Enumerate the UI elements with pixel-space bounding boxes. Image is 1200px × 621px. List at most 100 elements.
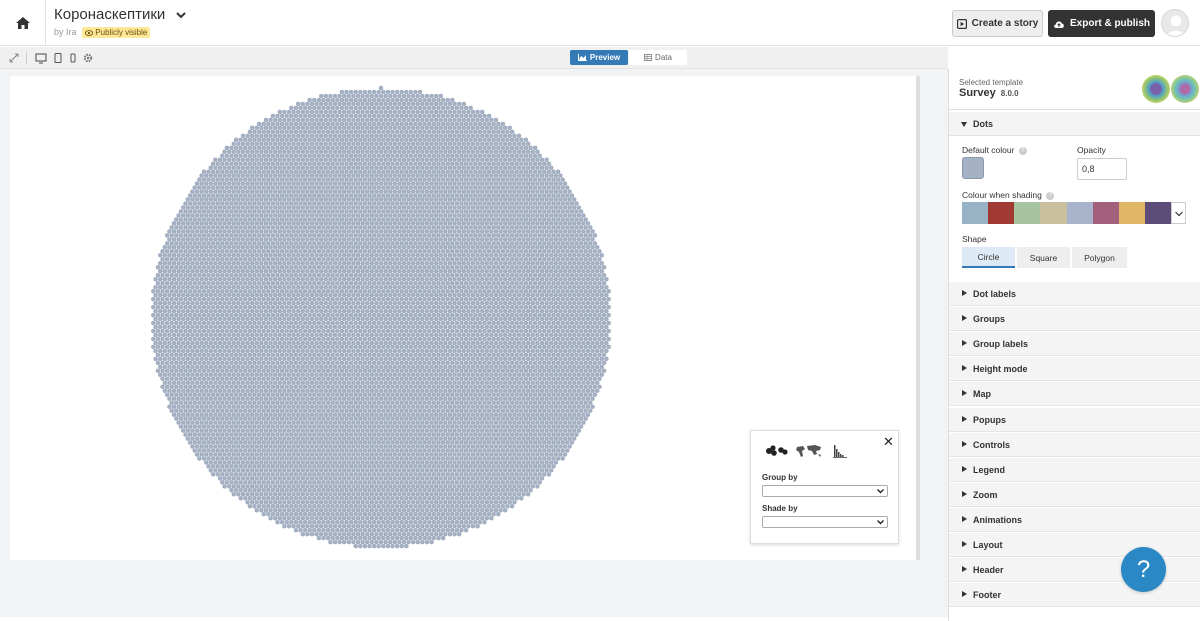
tablet-icon[interactable] xyxy=(52,52,64,64)
caret-right-icon xyxy=(962,491,967,497)
template-thumbnail-2[interactable] xyxy=(1171,75,1199,103)
toolbar-divider xyxy=(26,52,27,64)
section-title: Groups xyxy=(973,314,1006,324)
caret-right-icon xyxy=(962,390,967,396)
section-dots-header[interactable]: Dots xyxy=(949,112,1200,136)
section-title: Animations xyxy=(973,515,1023,525)
palette-swatch-1[interactable] xyxy=(962,202,989,224)
chevron-down-icon xyxy=(1175,211,1183,217)
palette-swatch-5[interactable] xyxy=(1066,202,1093,224)
create-story-button[interactable]: Create a story xyxy=(952,10,1043,37)
tab-preview[interactable]: Preview xyxy=(570,50,628,65)
eye-icon xyxy=(85,30,94,36)
opacity-input[interactable]: 0,8 xyxy=(1077,158,1127,180)
tab-preview-label: Preview xyxy=(589,53,621,62)
author-name[interactable]: Ira xyxy=(66,27,77,37)
caret-right-icon xyxy=(962,365,967,371)
group-by-select[interactable] xyxy=(762,485,888,497)
help-button[interactable]: ? xyxy=(1121,547,1166,592)
section-dot-labels[interactable]: Dot labels xyxy=(949,282,1200,306)
section-legend[interactable]: Legend xyxy=(949,458,1200,482)
chart-area-icon xyxy=(577,54,587,61)
shape-label: Shape xyxy=(962,234,987,244)
histogram-icon[interactable] xyxy=(833,445,847,458)
template-thumbnail-1[interactable] xyxy=(1142,75,1170,103)
palette-swatch-7[interactable] xyxy=(1118,202,1145,224)
shape-square-button[interactable]: Square xyxy=(1017,247,1070,268)
shape-polygon-button[interactable]: Polygon xyxy=(1072,247,1127,268)
section-map[interactable]: Map xyxy=(949,382,1200,406)
section-title: Controls xyxy=(973,440,1010,450)
section-layout[interactable]: Layout xyxy=(949,533,1200,557)
palette-swatch-4[interactable] xyxy=(1040,202,1067,224)
section-groups[interactable]: Groups xyxy=(949,307,1200,331)
export-publish-button[interactable]: Export & publish xyxy=(1048,10,1155,37)
chevron-down-icon xyxy=(877,489,884,494)
section-footer[interactable]: Footer xyxy=(949,583,1200,607)
section-title: Dot labels xyxy=(973,289,1017,299)
visibility-badge: Publicly visible xyxy=(82,27,151,38)
caret-right-icon xyxy=(962,416,967,422)
palette-swatch-6[interactable] xyxy=(1092,202,1119,224)
default-colour-swatch[interactable] xyxy=(962,157,984,179)
template-version: 8.0.0 xyxy=(1000,89,1019,98)
palette-dropdown[interactable] xyxy=(1171,202,1186,224)
colour-palette[interactable] xyxy=(962,202,1171,224)
help-icon[interactable]: ? xyxy=(1018,146,1027,155)
visualisation-title-block: Коронаскептики by Ira Publicly visible xyxy=(54,6,186,38)
home-icon xyxy=(15,17,30,29)
world-map-icon[interactable] xyxy=(796,445,821,457)
shape-circle-button[interactable]: Circle xyxy=(962,247,1015,268)
selected-template-label: Selected template xyxy=(959,78,1024,87)
visualisation-title[interactable]: Коронаскептики xyxy=(54,6,165,23)
top-bar: Коронаскептики by Ira Publicly visible C… xyxy=(0,0,1200,46)
shade-by-select[interactable] xyxy=(762,516,888,528)
section-title: Zoom xyxy=(973,490,998,500)
default-colour-label-text: Default colour xyxy=(962,145,1015,155)
section-title: Layout xyxy=(973,540,1003,550)
group-by-label: Group by xyxy=(762,473,798,482)
section-title: Height mode xyxy=(973,364,1028,374)
caret-down-icon xyxy=(961,122,967,127)
preview-toolbar: Preview Data xyxy=(0,47,948,69)
settings-panel: Selected template Survey 8.0.0 Dots Defa… xyxy=(948,69,1200,621)
tab-data-label: Data xyxy=(655,53,672,62)
caret-right-icon xyxy=(962,441,967,447)
help-icon[interactable]: ? xyxy=(1046,191,1055,200)
controls-popup: ✕ Group by Shade by xyxy=(750,430,899,544)
palette-swatch-8[interactable] xyxy=(1144,202,1171,224)
home-button[interactable] xyxy=(0,0,46,46)
section-popups[interactable]: Popups xyxy=(949,408,1200,432)
close-icon[interactable]: ✕ xyxy=(883,434,894,450)
chevron-down-icon xyxy=(877,520,884,525)
caret-right-icon xyxy=(962,290,967,296)
desktop-icon[interactable] xyxy=(35,52,47,64)
view-mode-icons xyxy=(766,445,847,458)
mobile-icon[interactable] xyxy=(67,52,79,64)
caret-right-icon xyxy=(962,466,967,472)
palette-swatch-2[interactable] xyxy=(988,202,1015,224)
section-title: Header xyxy=(973,565,1004,575)
section-group-labels[interactable]: Group labels xyxy=(949,332,1200,356)
title-row[interactable]: Коронаскептики xyxy=(54,6,186,24)
section-animations[interactable]: Animations xyxy=(949,508,1200,532)
caret-right-icon xyxy=(962,315,967,321)
expand-icon[interactable] xyxy=(8,52,20,64)
tab-data[interactable]: Data xyxy=(629,50,687,65)
clusters-icon[interactable] xyxy=(766,445,788,456)
section-title: Footer xyxy=(973,590,1001,600)
gear-icon[interactable] xyxy=(82,52,94,64)
title-meta: by Ira Publicly visible xyxy=(54,27,186,38)
user-avatar[interactable] xyxy=(1161,9,1189,37)
chevron-down-icon[interactable] xyxy=(176,10,186,20)
app-root: Коронаскептики by Ira Publicly visible C… xyxy=(0,0,1200,621)
colour-shading-label: Colour when shading ? xyxy=(962,190,1055,200)
create-story-label: Create a story xyxy=(971,18,1039,29)
canvas-resize-handle[interactable] xyxy=(916,76,920,560)
opacity-label: Opacity xyxy=(1077,145,1106,155)
section-height-mode[interactable]: Height mode xyxy=(949,357,1200,381)
section-dots-title: Dots xyxy=(973,119,993,129)
section-controls[interactable]: Controls xyxy=(949,433,1200,457)
palette-swatch-3[interactable] xyxy=(1014,202,1041,224)
section-zoom[interactable]: Zoom xyxy=(949,483,1200,507)
